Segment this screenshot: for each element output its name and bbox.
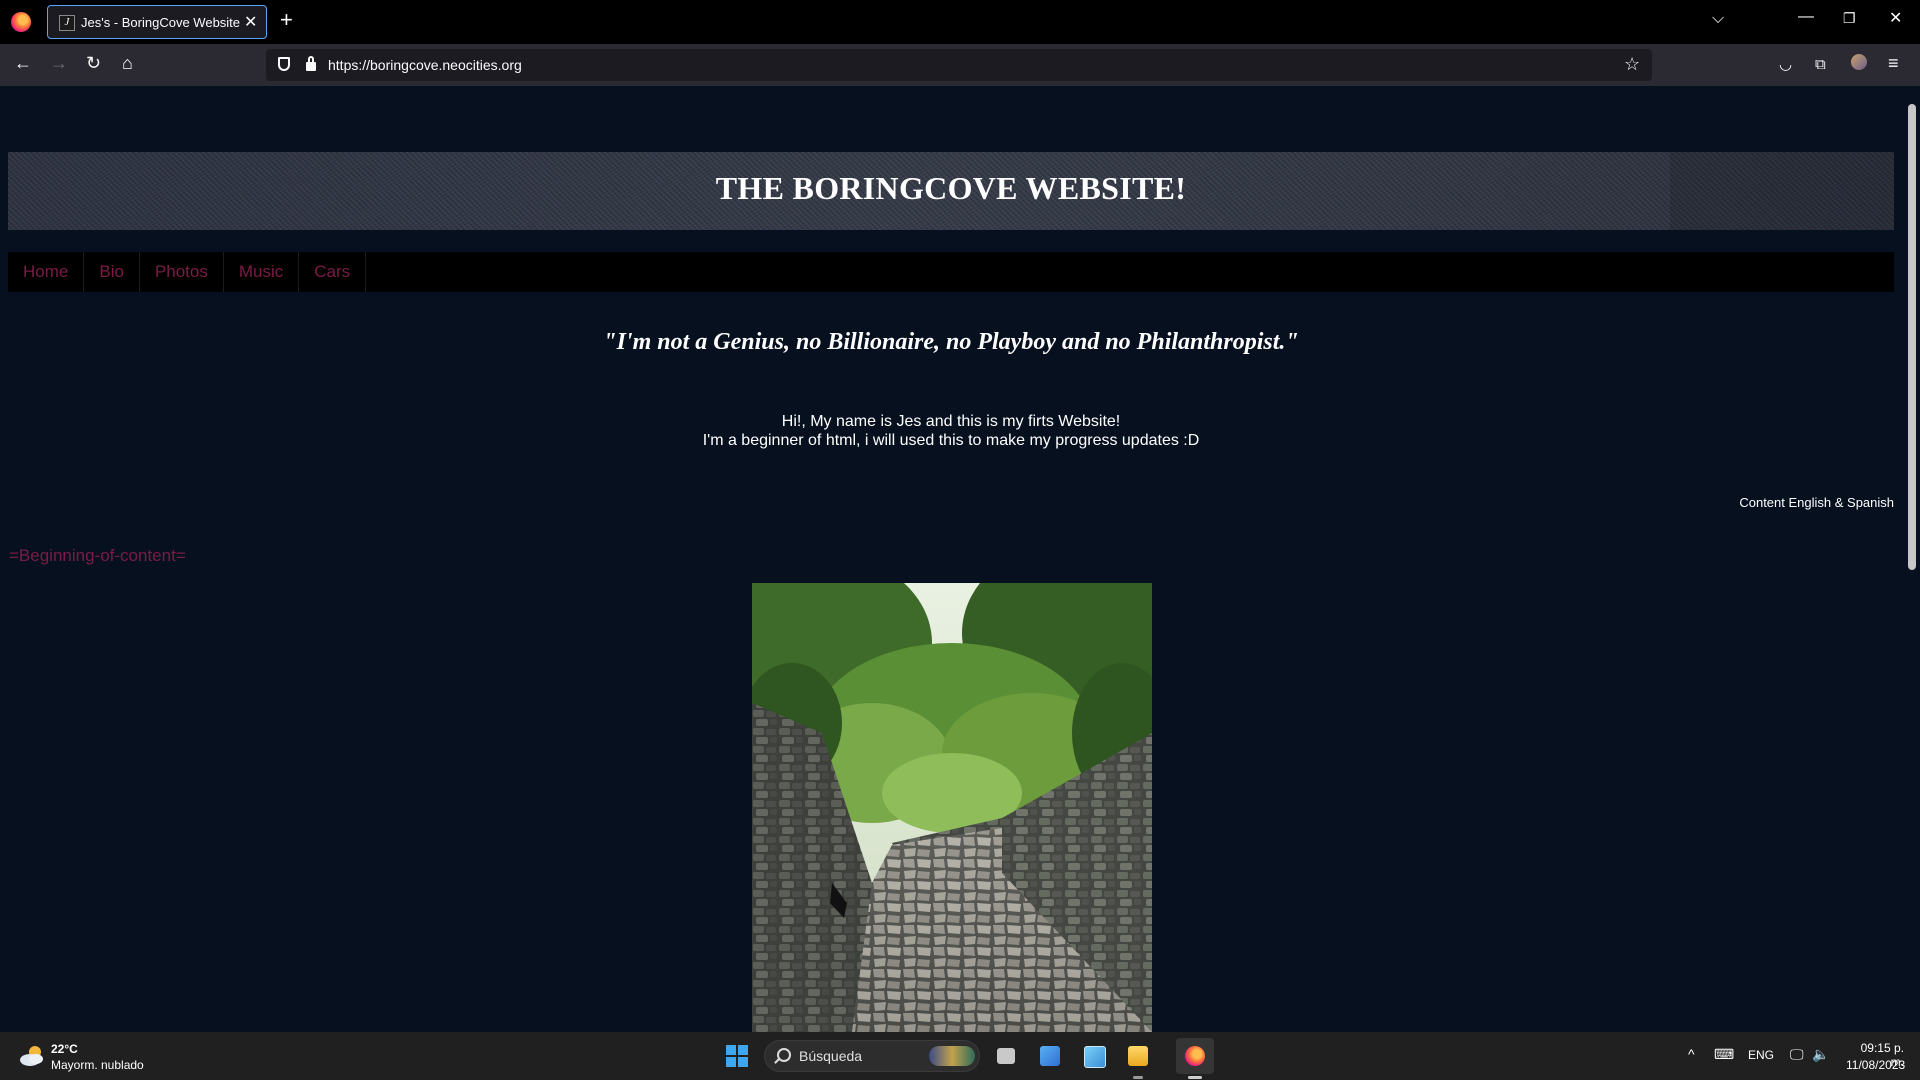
tab-title: Jes's - BoringCove Website	[81, 15, 241, 30]
url-text[interactable]: https://boringcove.neocities.org	[328, 57, 522, 73]
intro-line-2: I'm a beginner of html, i will used this…	[702, 432, 1200, 449]
page-scrollbar[interactable]	[1902, 86, 1920, 1032]
url-bar[interactable]: https://boringcove.neocities.org ☆	[266, 49, 1652, 81]
menu-item-bio[interactable]: Bio	[84, 252, 140, 292]
volume-icon[interactable]: 🔈	[1812, 1046, 1829, 1063]
menu-item-cars[interactable]: Cars	[299, 252, 367, 292]
firefox-taskbar-button[interactable]	[1176, 1038, 1214, 1074]
weather-temperature[interactable]: 22°C	[51, 1042, 78, 1056]
show-hidden-icons-chevron-icon[interactable]: ^	[1688, 1046, 1695, 1062]
tracking-protection-icon[interactable]	[278, 57, 290, 71]
control-panel-icon[interactable]	[1078, 1040, 1110, 1072]
menu-item-music[interactable]: Music	[224, 252, 300, 292]
account-avatar-icon[interactable]	[1851, 54, 1867, 70]
header-banner: THE BORINGCOVE WEBSITE!	[8, 152, 1894, 230]
stone-path-illustration	[752, 583, 1152, 1032]
firefox-icon	[1185, 1046, 1205, 1066]
photos-app-icon[interactable]	[1034, 1040, 1066, 1072]
menu-hamburger-icon[interactable]: ≡	[1888, 53, 1899, 73]
clock-date[interactable]: 11/08/2023	[1846, 1058, 1905, 1072]
search-icon	[777, 1048, 791, 1062]
search-placeholder: Búsqueda	[799, 1048, 863, 1064]
bookmark-star-icon[interactable]: ☆	[1624, 54, 1640, 75]
input-language[interactable]: ENG	[1748, 1048, 1774, 1062]
menu-item-home[interactable]: Home	[8, 252, 85, 292]
stone-path-photo	[752, 583, 1152, 1032]
minimize-icon[interactable]: —	[1798, 8, 1814, 26]
partly-cloudy-icon[interactable]	[18, 1044, 46, 1068]
firefox-active-indicator	[1188, 1076, 1202, 1079]
quote-heading: "I'm not a Genius, no Billionaire, no Pl…	[603, 329, 1299, 355]
active-tab[interactable]: J Jes's - BoringCove Website ✕	[47, 5, 267, 39]
taskbar-search-box[interactable]: Búsqueda	[764, 1040, 980, 1072]
lock-icon[interactable]	[306, 56, 316, 71]
tab-favicon-icon: J	[59, 15, 75, 31]
tab-bar: J Jes's - BoringCove Website ✕ + ⌵ — ❐ ✕	[0, 0, 1920, 44]
menu-item-photos[interactable]: Photos	[140, 252, 224, 292]
search-highlight-image	[929, 1046, 975, 1066]
intro-text: Hi!, My name is Jes and this is my firts…	[0, 412, 1902, 450]
new-tab-button[interactable]: +	[280, 9, 293, 31]
page-viewport: THE BORINGCOVE WEBSITE! Home Bio Photos …	[0, 86, 1902, 1032]
home-icon[interactable]: ⌂	[122, 53, 133, 73]
tab-close-icon[interactable]: ✕	[244, 12, 257, 32]
language-note: Content English & Spanish	[1739, 495, 1894, 510]
intro-line-1: Hi!, My name is Jes and this is my firts…	[781, 413, 1121, 430]
file-explorer-icon[interactable]	[1122, 1040, 1154, 1072]
windows-start-icon[interactable]	[726, 1045, 748, 1067]
content-marker: =Beginning-of-content=	[9, 546, 186, 565]
reload-icon[interactable]: ↻	[86, 53, 101, 73]
keyboard-icon[interactable]: ⌨	[1714, 1046, 1734, 1063]
scrollbar-thumb[interactable]	[1908, 104, 1916, 570]
task-view-icon[interactable]	[990, 1040, 1022, 1072]
site-title: THE BORINGCOVE WEBSITE!	[715, 170, 1187, 206]
weather-description[interactable]: Mayorm. nublado	[51, 1058, 144, 1072]
site-menu: Home Bio Photos Music Cars	[8, 252, 1894, 292]
close-window-icon[interactable]: ✕	[1889, 8, 1902, 28]
network-icon[interactable]: 🖵	[1790, 1046, 1804, 1063]
firefox-logo-icon[interactable]	[11, 12, 31, 32]
windows-taskbar: 22°C Mayorm. nublado Búsqueda ^ ⌨ ENG 🖵 …	[0, 1032, 1920, 1080]
list-all-tabs-icon[interactable]: ⌵	[1712, 10, 1724, 28]
restore-icon[interactable]: ❐	[1843, 10, 1856, 27]
forward-icon[interactable]: →	[50, 53, 68, 73]
extensions-icon[interactable]: ⧉	[1815, 55, 1826, 75]
back-icon[interactable]: ←	[14, 53, 32, 73]
explorer-running-indicator	[1133, 1076, 1143, 1079]
pocket-icon[interactable]: ◡	[1779, 55, 1792, 75]
navigation-toolbar: ← → ↻ ⌂ https://boringcove.neocities.org…	[0, 44, 1920, 86]
